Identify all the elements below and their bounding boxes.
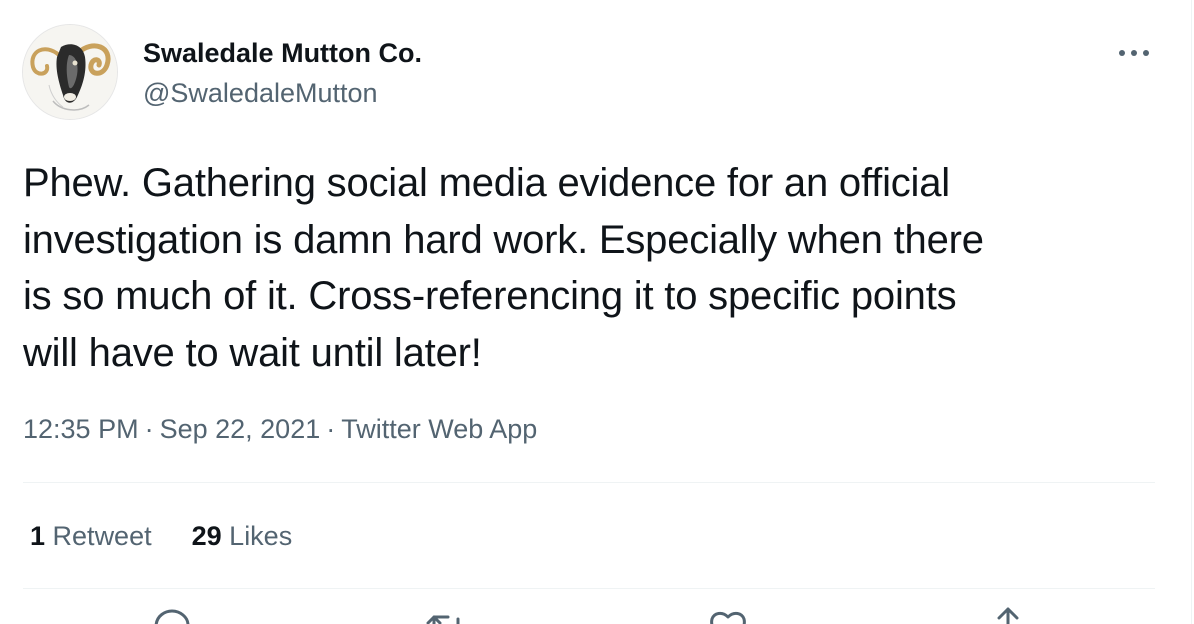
divider: [23, 482, 1155, 483]
retweets-label: Retweet: [52, 521, 152, 551]
meta-separator: ·: [326, 414, 336, 444]
author-display-name[interactable]: Swaledale Mutton Co.: [143, 36, 422, 70]
divider: [23, 588, 1155, 589]
like-button[interactable]: [706, 605, 750, 624]
reply-icon: [154, 609, 190, 624]
tweet-date[interactable]: Sep 22, 2021: [160, 414, 321, 444]
likes-stat[interactable]: 29 Likes: [192, 518, 293, 554]
retweets-stat[interactable]: 1 Retweet: [30, 518, 152, 554]
share-icon: [997, 607, 1019, 624]
retweets-count: 1: [30, 521, 46, 551]
retweet-icon: [426, 615, 460, 624]
action-bar: [0, 605, 1194, 624]
like-icon: [710, 611, 746, 624]
tweet-text: Phew. Gathering social media evidence fo…: [23, 161, 984, 375]
likes-label: Likes: [229, 521, 293, 551]
tweet-time[interactable]: 12:35 PM: [23, 414, 139, 444]
reply-button[interactable]: [150, 605, 194, 624]
tweet-source[interactable]: Twitter Web App: [341, 414, 537, 444]
retweet-button[interactable]: [424, 605, 468, 624]
avatar[interactable]: [22, 24, 118, 120]
author-handle[interactable]: @SwaledaleMutton: [143, 76, 378, 110]
likes-count: 29: [191, 521, 222, 551]
more-icon: [1119, 50, 1149, 56]
meta-separator: ·: [144, 414, 154, 444]
more-options-button[interactable]: [1110, 38, 1158, 68]
tweet-stats: 1 Retweet 29 Likes: [30, 518, 292, 554]
ram-avatar-icon: [23, 25, 117, 119]
panel-border: [1191, 0, 1192, 624]
tweet-metadata: 12:35 PM · Sep 22, 2021 · Twitter Web App: [23, 411, 537, 447]
share-button[interactable]: [986, 605, 1030, 624]
